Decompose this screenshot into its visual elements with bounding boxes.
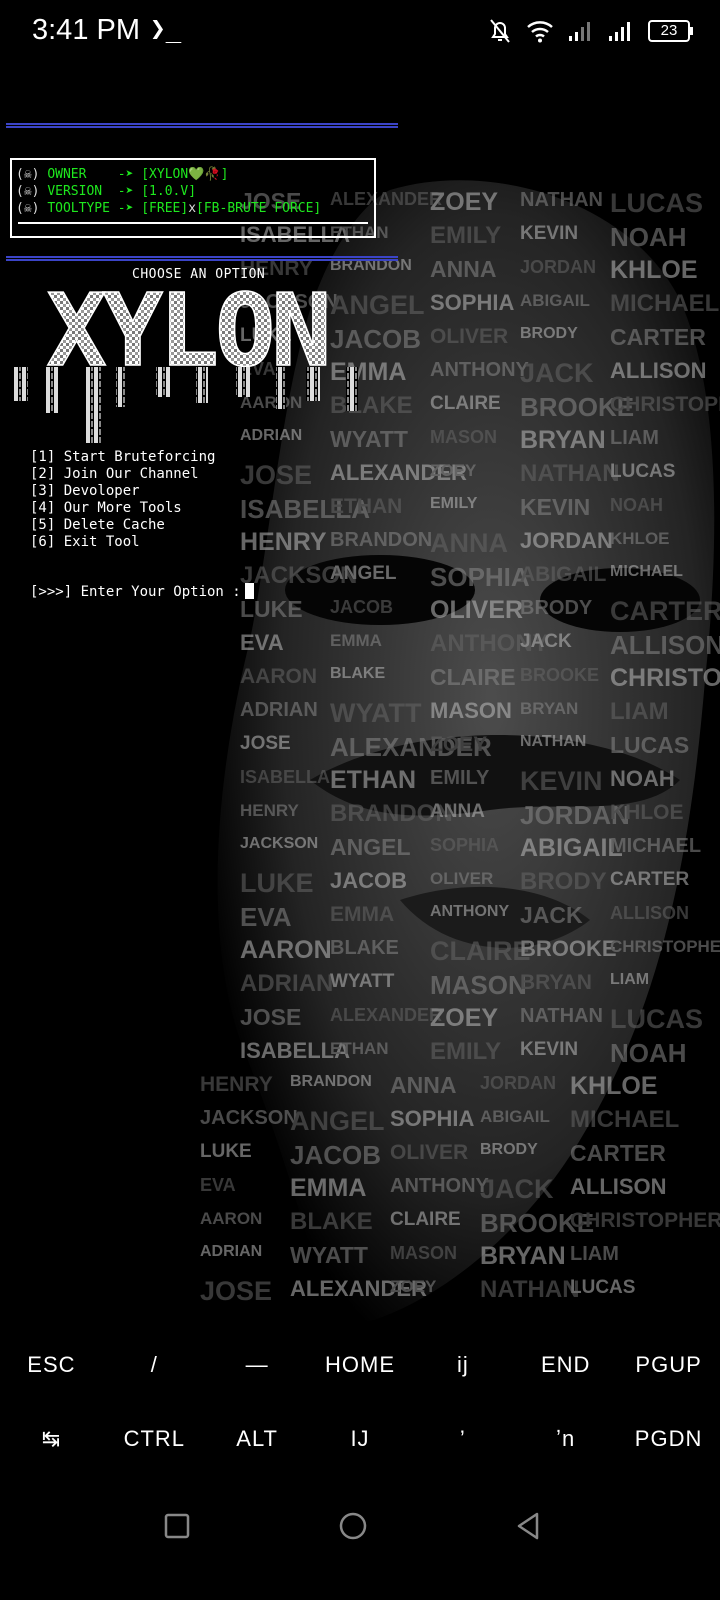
skull-icon: (☠) xyxy=(16,201,40,216)
ij-key[interactable]: ij xyxy=(411,1328,514,1402)
end-key[interactable]: END xyxy=(514,1328,617,1402)
tooltype-line: (☠) TOOLTYPE -➤ [FREE]x[FB-BRUTE FORCE] xyxy=(16,201,322,216)
menu-option-more-tools[interactable]: [4] Our More Tools xyxy=(30,500,215,517)
prompt-label: [>>>] Enter Your Option : xyxy=(30,584,241,600)
xylon-ascii-logo: XYLON xyxy=(14,283,358,443)
skull-icon: (☠) xyxy=(16,184,40,199)
choose-option-heading: CHOOSE AN OPTION xyxy=(132,267,266,282)
n-apostrophe-key[interactable]: ʼn xyxy=(514,1402,617,1476)
version-line: (☠) VERSION -➤ [1.0.V] xyxy=(16,184,197,199)
back-icon[interactable] xyxy=(509,1506,549,1546)
tool-info-box: (☠) OWNER -➤ [XYLON💚🥀] (☠) VERSION -➤ [1… xyxy=(10,158,376,238)
ctrl-key[interactable]: CTRL xyxy=(103,1402,206,1476)
tab-key[interactable]: ↹ xyxy=(0,1402,103,1476)
terminal-screen[interactable]: (☠) OWNER -➤ [XYLON💚🥀] (☠) VERSION -➤ [1… xyxy=(0,0,720,1340)
alt-key[interactable]: ALT xyxy=(206,1402,309,1476)
menu-option-delete-cache[interactable]: [5] Delete Cache xyxy=(30,517,215,534)
text-cursor xyxy=(244,583,254,599)
ij-ligature-key[interactable]: IJ xyxy=(309,1402,412,1476)
esc-key[interactable]: ESC xyxy=(0,1328,103,1402)
option-menu: [1] Start Bruteforcing [2] Join Our Chan… xyxy=(30,449,215,551)
dash-key[interactable]: — xyxy=(206,1328,309,1402)
skull-icon: (☠) xyxy=(16,167,40,182)
divider-line xyxy=(6,123,398,125)
box-underline xyxy=(18,222,368,224)
option-input-prompt[interactable]: [>>>] Enter Your Option : xyxy=(30,583,254,600)
pgup-key[interactable]: PGUP xyxy=(617,1328,720,1402)
apostrophe-key[interactable]: ’ xyxy=(411,1402,514,1476)
owner-line: (☠) OWNER -➤ [XYLON💚🥀] xyxy=(16,167,229,182)
menu-option-join-channel[interactable]: [2] Join Our Channel xyxy=(30,466,215,483)
slash-key[interactable]: / xyxy=(103,1328,206,1402)
menu-option-developer[interactable]: [3] Devoloper xyxy=(30,483,215,500)
home-key[interactable]: HOME xyxy=(309,1328,412,1402)
extra-keys-bar: ESC / — HOME ij END PGUP ↹ CTRL ALT IJ ’… xyxy=(0,1328,720,1476)
menu-option-start-bruteforcing[interactable]: [1] Start Bruteforcing xyxy=(30,449,215,466)
navigation-bar xyxy=(0,1486,720,1566)
home-icon[interactable] xyxy=(333,1506,373,1546)
extra-keys-row-2: ↹ CTRL ALT IJ ’ ʼn PGDN xyxy=(0,1402,720,1476)
recent-apps-icon[interactable] xyxy=(157,1506,197,1546)
menu-option-exit-tool[interactable]: [6] Exit Tool xyxy=(30,534,215,551)
extra-keys-row-1: ESC / — HOME ij END PGUP xyxy=(0,1328,720,1402)
divider-line xyxy=(6,256,398,258)
pgdn-key[interactable]: PGDN xyxy=(617,1402,720,1476)
